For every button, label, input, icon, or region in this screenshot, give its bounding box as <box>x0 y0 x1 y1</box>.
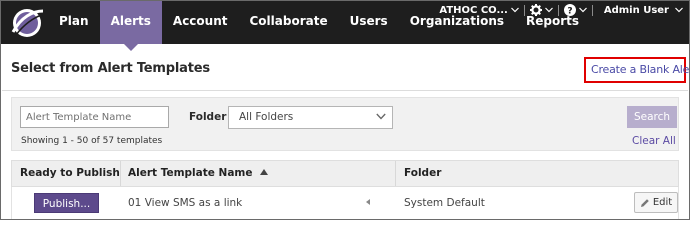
page-title: Select from Alert Templates <box>11 61 210 76</box>
org-selector[interactable]: ATHOC CO... <box>439 5 519 16</box>
column-header-template-name[interactable]: Alert Template Name <box>128 160 269 187</box>
org-label: ATHOC CO... <box>439 4 508 16</box>
nav-users[interactable]: Users <box>339 1 399 44</box>
folder-cell: System Default <box>404 197 485 209</box>
nav-alerts[interactable]: Alerts <box>99 1 162 51</box>
column-separator <box>120 161 121 186</box>
results-count: Showing 1 - 50 of 57 templates <box>21 136 163 146</box>
separator <box>557 4 559 16</box>
app-window: Plan Alerts Account Collaborate Users Or… <box>0 0 690 220</box>
create-blank-alert-link[interactable]: Create a Blank Alert <box>591 63 689 76</box>
publish-button[interactable]: Publish... <box>34 193 99 213</box>
logo-icon[interactable] <box>7 5 47 41</box>
search-button[interactable]: Search <box>627 106 677 128</box>
gear-icon <box>529 4 542 16</box>
chevron-down-icon <box>544 7 553 13</box>
nav-plan[interactable]: Plan <box>48 1 100 44</box>
folder-label: Folder <box>189 111 227 123</box>
user-menu[interactable]: Admin User <box>598 5 683 16</box>
column-separator <box>395 161 396 186</box>
column-header-ready-to-publish[interactable]: Ready to Publish <box>20 160 120 187</box>
column-header-folder[interactable]: Folder <box>404 160 441 187</box>
separator <box>523 4 525 16</box>
top-right-controls: ATHOC CO... ? Admin User <box>439 1 683 19</box>
help-icon: ? <box>563 4 576 17</box>
svg-text:?: ? <box>567 7 572 17</box>
sort-ascending-icon <box>260 169 269 175</box>
table-row[interactable] <box>11 187 679 219</box>
nav-account[interactable]: Account <box>162 1 239 44</box>
expand-arrow-icon[interactable] <box>366 199 370 205</box>
column-label: Folder <box>404 167 442 179</box>
chevron-down-icon <box>675 7 683 13</box>
settings-menu[interactable] <box>529 4 553 16</box>
column-label: Ready to Publish <box>20 167 120 179</box>
separator <box>591 4 593 16</box>
pencil-icon <box>640 198 649 207</box>
chevron-down-icon <box>578 7 587 13</box>
folder-selected-value: All Folders <box>239 111 294 123</box>
user-label: Admin User <box>603 4 669 16</box>
chevron-down-icon <box>510 7 519 13</box>
divider <box>2 90 688 91</box>
help-menu[interactable]: ? <box>563 4 587 17</box>
edit-button[interactable]: Edit <box>634 192 678 213</box>
template-search-input[interactable] <box>20 106 169 128</box>
top-navigation-bar: Plan Alerts Account Collaborate Users Or… <box>1 1 689 51</box>
clear-all-link[interactable]: Clear All <box>632 135 676 147</box>
edit-label: Edit <box>652 197 673 208</box>
folder-dropdown[interactable]: All Folders <box>228 106 393 129</box>
column-label: Alert Template Name <box>128 167 253 179</box>
chevron-down-icon <box>376 113 386 120</box>
nav-collaborate[interactable]: Collaborate <box>239 1 339 44</box>
template-name-cell[interactable]: 01 View SMS as a link <box>128 197 242 209</box>
